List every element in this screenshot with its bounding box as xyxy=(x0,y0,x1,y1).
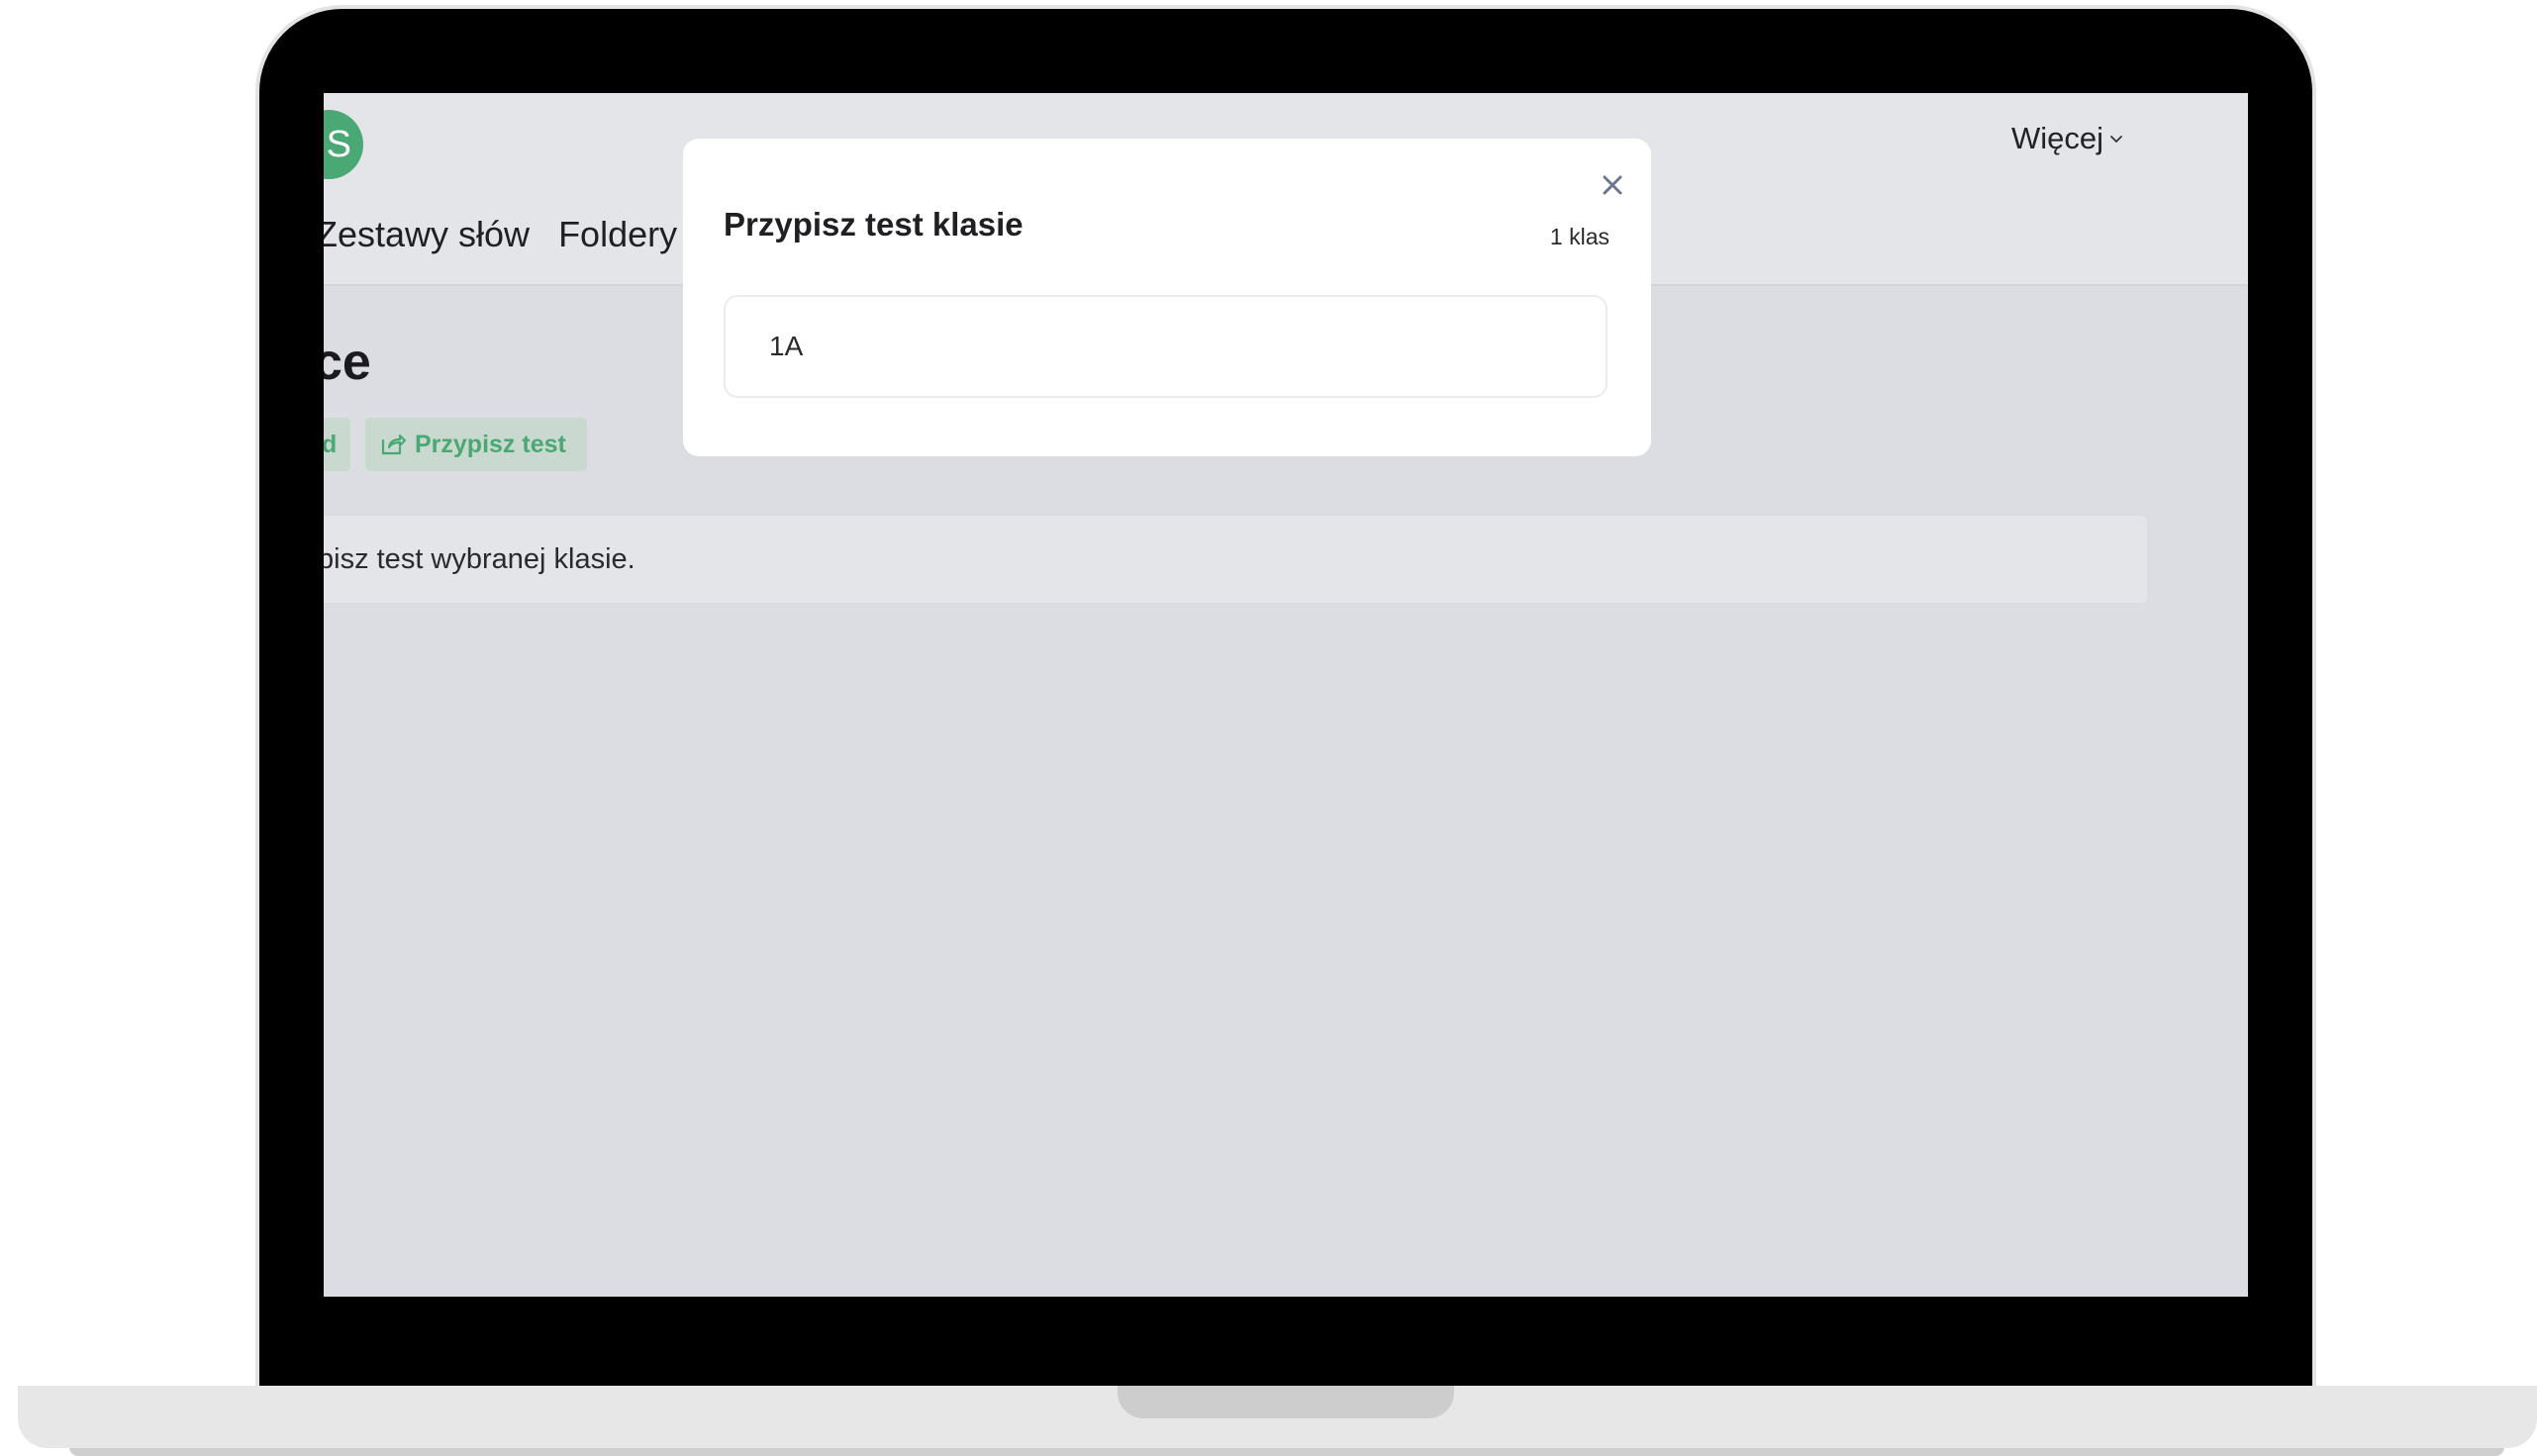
info-banner: pisz test wybranej klasie. xyxy=(324,516,2147,603)
nav-item-folders[interactable]: Foldery xyxy=(558,214,677,255)
class-count: 1 klas xyxy=(1549,224,1610,249)
laptop-base-shadow xyxy=(69,1447,2504,1456)
laptop-mockup: S Zestawy słów Foldery Więcej ce d Przyp… xyxy=(0,0,2537,1456)
close-icon xyxy=(1603,175,1622,195)
edit-button[interactable]: d xyxy=(324,418,350,471)
chevron-down-icon xyxy=(2110,136,2122,144)
assign-test-button[interactable]: Przypisz test xyxy=(365,418,587,471)
modal-title: Przypisz test klasie xyxy=(724,206,1024,243)
laptop-notch xyxy=(1118,1386,1454,1418)
app-screen: S Zestawy słów Foldery Więcej ce d Przyp… xyxy=(324,93,2248,1297)
info-text: pisz test wybranej klasie. xyxy=(324,542,635,575)
more-menu-label: Więcej xyxy=(2011,121,2104,155)
logo[interactable]: S xyxy=(324,110,363,179)
assign-test-label: Przypisz test xyxy=(415,430,566,458)
class-option-label: 1A xyxy=(769,331,804,361)
close-button[interactable] xyxy=(1596,168,1629,202)
class-option-1a[interactable]: 1A xyxy=(724,295,1608,398)
logo-letter: S xyxy=(326,124,351,165)
edit-button-label: d xyxy=(324,430,338,458)
share-icon xyxy=(381,434,407,455)
nav-item-word-sets[interactable]: Zestawy słów xyxy=(324,214,530,255)
more-menu-button[interactable]: Więcej xyxy=(2011,121,2123,156)
page-title: ce xyxy=(324,334,371,391)
assign-test-modal: Przypisz test klasie 1 klas 1A xyxy=(683,139,1651,456)
main-nav: Zestawy słów Foldery xyxy=(324,214,677,255)
